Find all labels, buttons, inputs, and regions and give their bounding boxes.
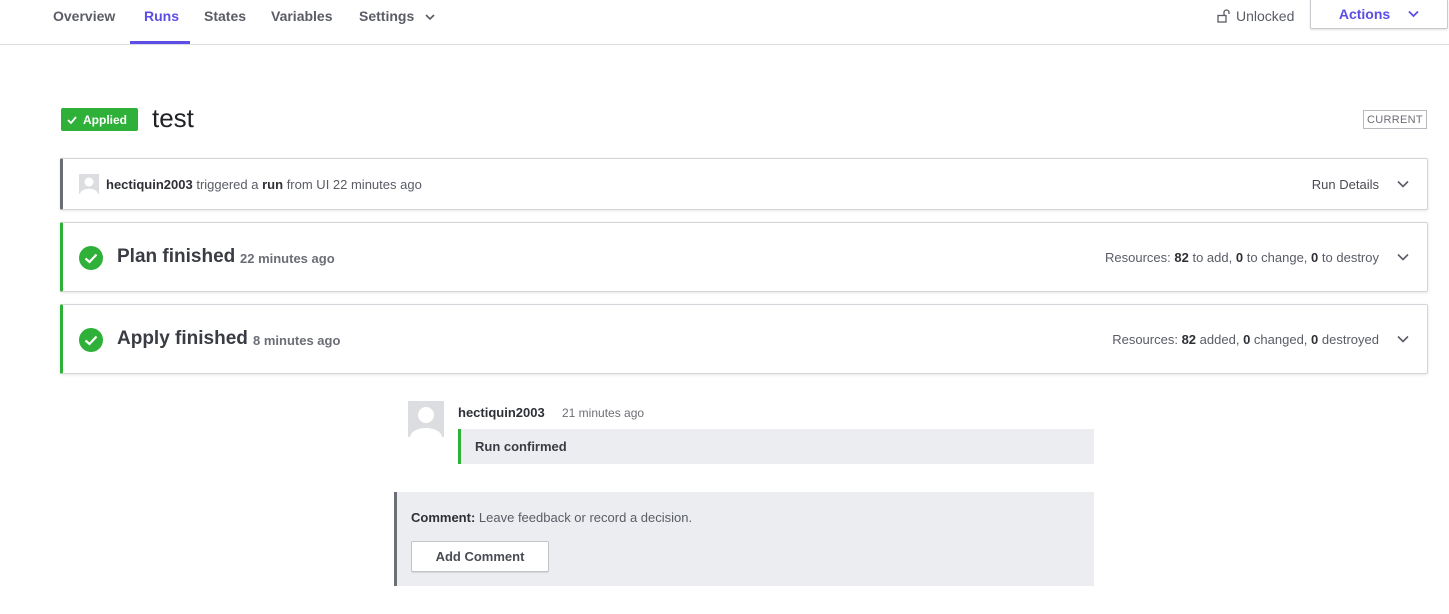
tab-label: Settings [359, 8, 415, 24]
current-badge: CURRENT [1363, 110, 1427, 129]
comment-label: Comment: [411, 510, 476, 525]
unlock-icon [1217, 9, 1230, 23]
resources-added-count: 82 [1181, 332, 1197, 347]
resources-destroyed-text: destroyed [1321, 332, 1379, 347]
plan-time: 22 minutes ago [240, 251, 335, 266]
chevron-down-icon[interactable] [1397, 180, 1409, 188]
comment-prompt: Comment: Leave feedback or record a deci… [411, 510, 692, 525]
resources-add-count: 82 [1174, 250, 1189, 265]
tab-label: States [204, 8, 247, 24]
apply-time: 8 minutes ago [253, 333, 341, 348]
tab-states[interactable]: States [204, 0, 246, 44]
avatar [79, 174, 99, 194]
run-details-link[interactable]: Run Details [1312, 177, 1379, 192]
trigger-user[interactable]: hectiquin2003 [106, 177, 193, 192]
apply-resources: Resources: 82 added, 0 changed, 0 destro… [1112, 332, 1379, 347]
resources-destroy-count: 0 [1311, 250, 1319, 265]
resources-changed-count: 0 [1243, 332, 1251, 347]
plan-resources: Resources: 82 to add, 0 to change, 0 to … [1105, 250, 1379, 265]
run-trigger-panel[interactable]: hectiquin2003 triggered a run from UI 22… [60, 158, 1428, 210]
active-tab-indicator [130, 41, 190, 44]
trigger-text-2: from UI 22 minutes ago [286, 177, 422, 192]
check-circle-icon [79, 246, 103, 270]
check-icon [67, 115, 77, 124]
resources-added-text: added, [1199, 332, 1240, 347]
actions-label: Actions [1338, 6, 1391, 22]
trigger-run-word: run [262, 177, 284, 192]
lock-label: Unlocked [1236, 8, 1295, 24]
tab-label: Runs [144, 8, 179, 24]
trigger-text-1: triggered a [196, 177, 259, 192]
plan-panel[interactable]: Plan finished 22 minutes ago Resources: … [60, 222, 1428, 292]
resources-label: Resources: [1104, 250, 1171, 265]
apply-panel[interactable]: Apply finished 8 minutes ago Resources: … [60, 304, 1428, 374]
apply-title: Apply finished [117, 328, 248, 349]
chevron-down-icon[interactable] [1397, 253, 1409, 261]
user-avatar-icon [408, 401, 444, 437]
lock-status[interactable]: Unlocked [1217, 6, 1294, 26]
feed-time: 21 minutes ago [562, 406, 645, 420]
tab-label: Overview [53, 8, 116, 24]
comment-box: Comment: Leave feedback or record a deci… [394, 492, 1094, 586]
resources-label: Resources: [1112, 332, 1178, 347]
comment-prompt-text: Leave feedback or record a decision. [478, 510, 693, 525]
tab-settings[interactable]: Settings [359, 0, 439, 44]
resources-add-text: to add, [1192, 250, 1233, 265]
top-nav: Overview Runs States Variables Settings … [0, 0, 1449, 45]
status-badge: Applied [61, 108, 138, 131]
add-comment-button[interactable]: Add Comment [411, 541, 549, 572]
tab-runs[interactable]: Runs [130, 0, 190, 44]
chevron-down-icon [1408, 10, 1419, 18]
chevron-down-icon[interactable] [1397, 335, 1409, 343]
check-circle-icon [79, 328, 103, 352]
trigger-text: hectiquin2003 triggered a run from UI 22… [106, 177, 422, 192]
user-avatar-icon [79, 174, 99, 194]
status-label: Applied [83, 112, 127, 127]
feed-message: Run confirmed [458, 429, 1094, 464]
resources-destroy-text: to destroy [1321, 250, 1379, 265]
tab-overview[interactable]: Overview [53, 0, 115, 44]
resources-change-text: to change, [1246, 250, 1308, 265]
feed-user[interactable]: hectiquin2003 [458, 405, 545, 420]
actions-button[interactable]: Actions [1310, 0, 1448, 29]
plan-title: Plan finished [117, 246, 236, 267]
avatar [408, 401, 444, 437]
run-title: test [152, 103, 194, 133]
tab-label: Variables [271, 8, 333, 24]
resources-destroyed-count: 0 [1311, 332, 1319, 347]
tab-variables[interactable]: Variables [271, 0, 333, 44]
chevron-down-icon [425, 14, 435, 21]
resources-changed-text: changed, [1253, 332, 1308, 347]
resources-change-count: 0 [1235, 250, 1244, 265]
